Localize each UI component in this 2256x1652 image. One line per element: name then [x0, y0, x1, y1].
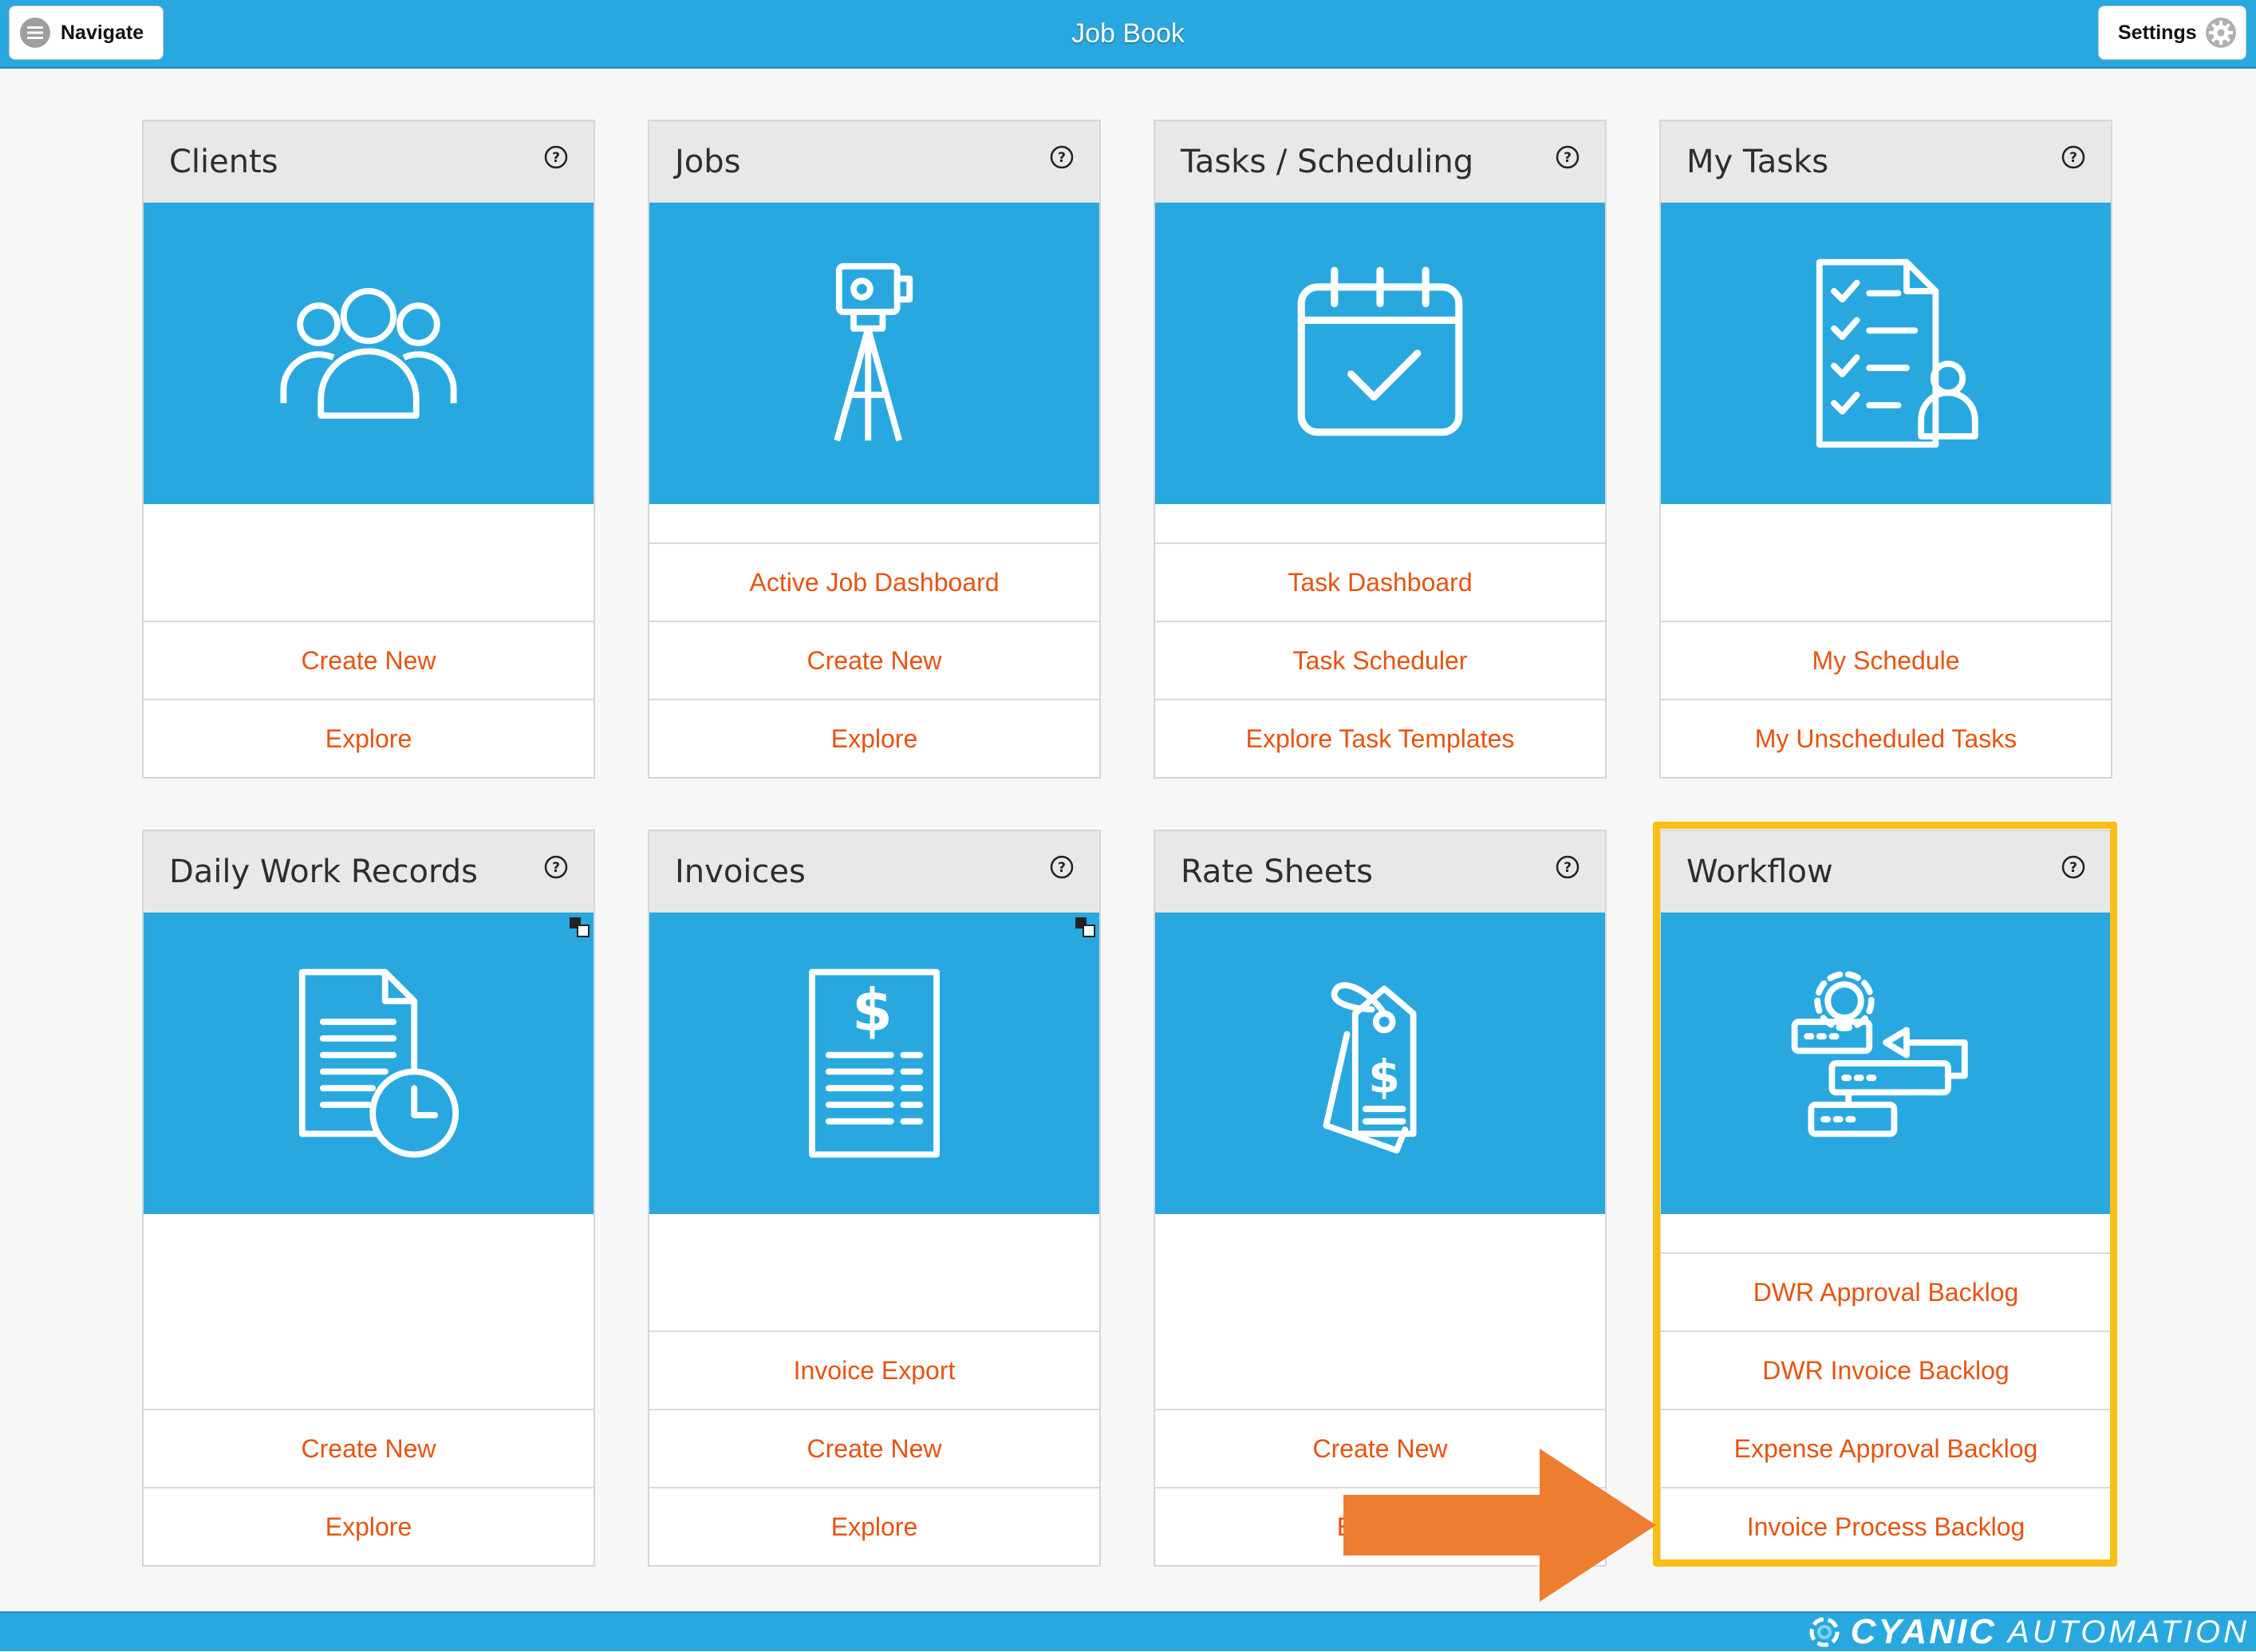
brand-secondary: AUTOMATION [2008, 1614, 2250, 1650]
gear-icon [2205, 17, 2237, 49]
card-title: Tasks / Scheduling [1181, 144, 1474, 180]
settings-label: Settings [2118, 21, 2197, 44]
pointer-arrow-icon [1343, 1449, 1656, 1602]
svg-text:?: ? [1058, 860, 1066, 876]
card-header: Daily Work Records ? [144, 831, 594, 913]
task-checklist-user-icon [1816, 258, 1978, 448]
svg-text:?: ? [1564, 860, 1572, 876]
link-task-dashboard[interactable]: Task Dashboard [1155, 542, 1605, 621]
popout-icon[interactable] [568, 916, 590, 938]
card-links: My Schedule My Unscheduled Tasks [1661, 621, 2111, 777]
link-explore[interactable]: Explore [144, 1487, 594, 1565]
link-create-new[interactable]: Create New [144, 621, 594, 699]
card-image[interactable] [144, 913, 594, 1214]
document-clock-icon [298, 968, 459, 1158]
link-create-new[interactable]: Create New [144, 1409, 594, 1487]
card-header: Clients ? [144, 121, 594, 203]
card-image[interactable] [1661, 203, 2111, 504]
card-clients: Clients ? Create New Explore [142, 120, 595, 779]
link-explore[interactable]: Explore [649, 699, 1099, 777]
card-links: Create New Explore [144, 621, 594, 777]
calendar-check-icon [1297, 266, 1463, 436]
users-icon [280, 288, 457, 419]
link-explore-task-templates[interactable]: Explore Task Templates [1155, 699, 1605, 777]
svg-text:?: ? [2069, 150, 2077, 166]
svg-text:?: ? [552, 150, 560, 166]
card-title: My Tasks [1686, 144, 1829, 180]
card-header: Rate Sheets ? [1155, 831, 1605, 913]
card-header: Tasks / Scheduling ? [1155, 121, 1605, 203]
svg-text:?: ? [552, 860, 560, 876]
app-title: Job Book [1071, 18, 1185, 49]
card-invoices: Invoices ? $ Invoice Export Create New E… [648, 830, 1101, 1567]
card-links: Active Job Dashboard Create New Explore [649, 542, 1099, 777]
card-tasks-scheduling: Tasks / Scheduling ? Task Dashboard Task… [1154, 120, 1607, 779]
link-explore[interactable]: Explore [144, 699, 594, 777]
settings-button[interactable]: Settings [2098, 6, 2246, 60]
card-links: Create New Explore [144, 1409, 594, 1565]
link-invoice-export[interactable]: Invoice Export [649, 1331, 1099, 1409]
card-title: Invoices [675, 854, 806, 890]
help-icon[interactable]: ? [2060, 144, 2087, 171]
card-title: Rate Sheets [1181, 854, 1373, 890]
popout-icon[interactable] [1074, 916, 1096, 938]
card-header: Jobs ? [649, 121, 1099, 203]
navigate-button[interactable]: Navigate [9, 6, 164, 60]
hamburger-menu-icon [19, 17, 51, 49]
card-title: Clients [169, 144, 278, 180]
svg-text:?: ? [1564, 150, 1572, 166]
card-title: Jobs [675, 144, 741, 180]
cyanic-logo-icon [1809, 1617, 1840, 1647]
brand-logo: CYANIC AUTOMATION [1806, 1612, 2250, 1651]
svg-text:?: ? [1058, 150, 1066, 166]
link-task-scheduler[interactable]: Task Scheduler [1155, 621, 1605, 699]
card-image[interactable] [144, 203, 594, 504]
svg-text:$: $ [1368, 1051, 1400, 1103]
card-title: Daily Work Records [169, 854, 478, 890]
link-explore[interactable]: Explore [649, 1487, 1099, 1565]
workflow-highlight-box [1653, 822, 2117, 1567]
svg-text:$: $ [852, 976, 893, 1044]
help-icon[interactable]: ? [1554, 854, 1581, 881]
help-icon[interactable]: ? [542, 854, 570, 881]
card-image[interactable] [649, 203, 1099, 504]
brand-primary: CYANIC [1850, 1612, 1998, 1651]
survey-tripod-icon [834, 262, 913, 442]
help-icon[interactable]: ? [1554, 144, 1581, 171]
card-image[interactable]: $ [1155, 913, 1605, 1214]
card-links: Invoice Export Create New Explore [649, 1331, 1099, 1565]
help-icon[interactable]: ? [542, 144, 570, 171]
card-image[interactable] [1155, 203, 1605, 504]
top-bar: Job Book Navigate Settings [0, 0, 2256, 69]
link-active-job-dashboard[interactable]: Active Job Dashboard [649, 542, 1099, 621]
link-create-new[interactable]: Create New [649, 1409, 1099, 1487]
help-icon[interactable]: ? [1048, 854, 1075, 881]
card-image[interactable]: $ [649, 913, 1099, 1214]
invoice-dollar-icon: $ [809, 968, 940, 1158]
footer-bar: CYANIC AUTOMATION [0, 1611, 2256, 1651]
card-links: Task Dashboard Task Scheduler Explore Ta… [1155, 542, 1605, 777]
link-my-unscheduled-tasks[interactable]: My Unscheduled Tasks [1661, 699, 2111, 777]
card-header: My Tasks ? [1661, 121, 2111, 203]
help-icon[interactable]: ? [1048, 144, 1075, 171]
card-daily-work-records: Daily Work Records ? Create New Explore [142, 830, 595, 1567]
navigate-label: Navigate [61, 21, 144, 44]
card-my-tasks: My Tasks ? My Schedule My Unscheduled Ta… [1659, 120, 2112, 779]
link-my-schedule[interactable]: My Schedule [1661, 621, 2111, 699]
card-header: Invoices ? [649, 831, 1099, 913]
card-jobs: Jobs ? Active Job Dashboard Create New E… [648, 120, 1101, 779]
price-tag-dollar-icon: $ [1323, 982, 1417, 1154]
link-create-new[interactable]: Create New [649, 621, 1099, 699]
